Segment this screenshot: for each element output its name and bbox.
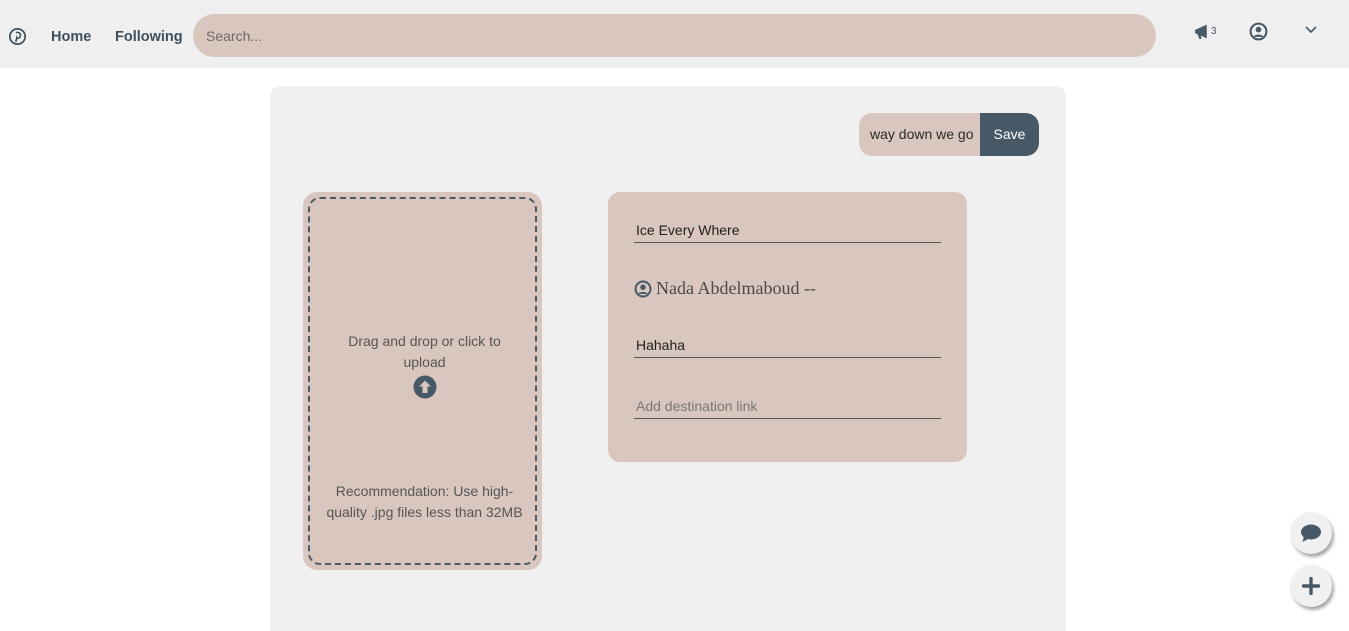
image-upload-area[interactable]: Drag and drop or click to upload Recomme… — [303, 192, 542, 570]
upload-prompt: Drag and drop or click to upload — [348, 333, 501, 370]
upload-dropzone[interactable]: Drag and drop or click to upload Recomme… — [308, 197, 537, 565]
board-selector: way down we go Save — [859, 113, 1039, 156]
nav-following-link[interactable]: Following — [115, 29, 183, 45]
arrow-circle-up-icon — [413, 375, 437, 399]
upload-recommendation: Recommendation: Use high-quality .jpg fi… — [326, 483, 523, 520]
nav-home-link[interactable]: Home — [51, 29, 91, 45]
pin-details-card: Nada Abdelmaboud -- — [608, 192, 967, 462]
author-name: Nada Abdelmaboud -- — [656, 278, 816, 298]
pin-description-input[interactable] — [634, 332, 941, 358]
pin-title-input[interactable] — [634, 217, 941, 243]
board-dropdown[interactable]: way down we go — [859, 113, 980, 156]
top-navbar: Home Following 3 — [0, 0, 1349, 68]
destination-link-input[interactable] — [634, 393, 941, 419]
save-button[interactable]: Save — [980, 113, 1039, 156]
pin-create-panel: way down we go Save Drag and drop or cli… — [270, 86, 1066, 631]
author-row: Nada Abdelmaboud -- — [634, 278, 816, 299]
notifications-button[interactable]: 3 — [1194, 22, 1220, 42]
add-button[interactable] — [1290, 565, 1332, 607]
notification-count: 3 — [1211, 26, 1217, 37]
plus-icon — [1302, 577, 1320, 595]
comment-icon — [1301, 524, 1321, 542]
user-circle-icon — [634, 280, 652, 297]
user-circle-icon[interactable] — [1249, 22, 1268, 41]
search-input[interactable] — [193, 14, 1156, 57]
chevron-down-icon[interactable] — [1304, 25, 1318, 35]
chat-button[interactable] — [1290, 512, 1332, 554]
pinterest-icon[interactable] — [9, 28, 26, 45]
megaphone-icon — [1195, 24, 1207, 39]
